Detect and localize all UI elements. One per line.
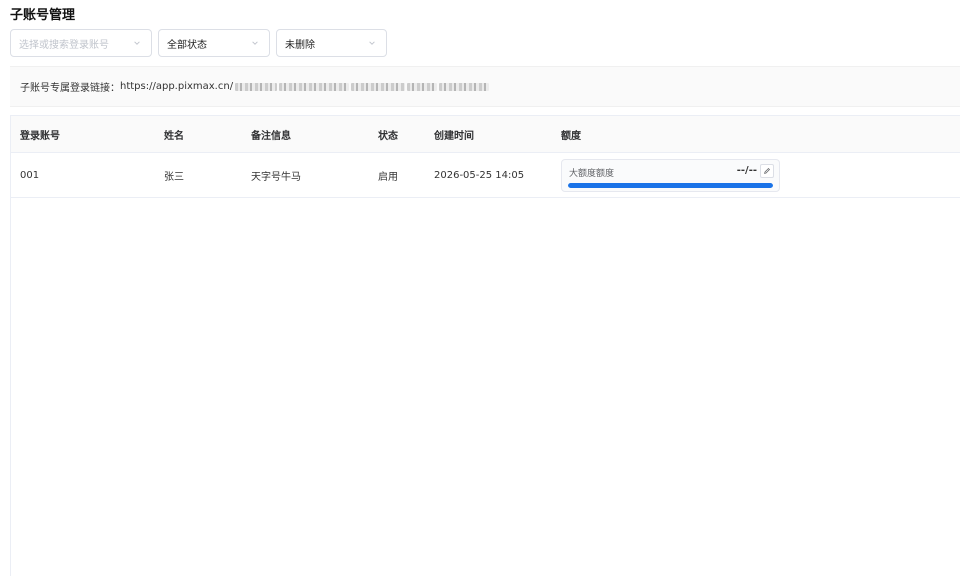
status-select-value: 全部状态 <box>167 39 207 51</box>
quota-value: --/-- <box>736 165 757 176</box>
sub-account-table: 登录账号 姓名 备注信息 状态 创建时间 额度 001 张三 天字号牛马 启用 … <box>10 115 960 576</box>
login-link-label: 子账号专属登录链接： <box>20 83 120 94</box>
table-header: 登录账号 姓名 备注信息 状态 创建时间 额度 <box>11 116 960 153</box>
page-title: 子账号管理 <box>10 8 76 23</box>
quota-edit-button[interactable] <box>760 164 774 178</box>
redacted-url-part <box>351 82 406 91</box>
quota-progress-track <box>568 183 773 188</box>
header-name: 姓名 <box>164 130 184 142</box>
table-row[interactable]: 001 张三 天字号牛马 启用 2026-05-25 14:05 大额度额度 -… <box>11 153 960 198</box>
login-link-bar: 子账号专属登录链接： https://app.pixmax.cn/ <box>10 66 960 107</box>
deleted-select[interactable]: 未删除 <box>276 29 387 57</box>
header-remark: 备注信息 <box>251 130 291 142</box>
cell-account: 001 <box>20 169 40 181</box>
header-status: 状态 <box>378 130 398 142</box>
status-select[interactable]: 全部状态 <box>158 29 270 57</box>
chevron-down-icon <box>131 37 143 49</box>
pencil-icon <box>764 168 770 174</box>
cell-created: 2026-05-25 14:05 <box>434 169 525 181</box>
chevron-down-icon <box>249 37 261 49</box>
sub-account-page: 子账号管理 选择或搜索登录账号 全部状态 未删除 子账号专属登录链接： http… <box>0 0 960 576</box>
quota-label: 大额度额度 <box>569 169 615 179</box>
header-account: 登录账号 <box>20 130 60 142</box>
redacted-url-part <box>407 82 438 91</box>
quota-progress-fill <box>568 183 773 188</box>
cell-name: 张三 <box>164 171 184 183</box>
deleted-select-value: 未删除 <box>285 39 315 51</box>
quota-card: 大额度额度 --/-- <box>561 159 780 192</box>
filter-bar: 选择或搜索登录账号 全部状态 未删除 <box>10 29 387 57</box>
redacted-url-part <box>235 82 278 91</box>
cell-status: 启用 <box>378 171 398 183</box>
header-quota: 额度 <box>561 130 581 142</box>
redacted-url-part <box>439 82 490 91</box>
header-created: 创建时间 <box>434 130 474 142</box>
chevron-down-icon <box>366 37 378 49</box>
cell-remark: 天字号牛马 <box>251 171 301 183</box>
redacted-url-part <box>279 82 350 91</box>
login-link-url[interactable]: https://app.pixmax.cn/ <box>120 81 233 92</box>
account-search-placeholder: 选择或搜索登录账号 <box>19 39 109 51</box>
account-search-select[interactable]: 选择或搜索登录账号 <box>10 29 152 57</box>
